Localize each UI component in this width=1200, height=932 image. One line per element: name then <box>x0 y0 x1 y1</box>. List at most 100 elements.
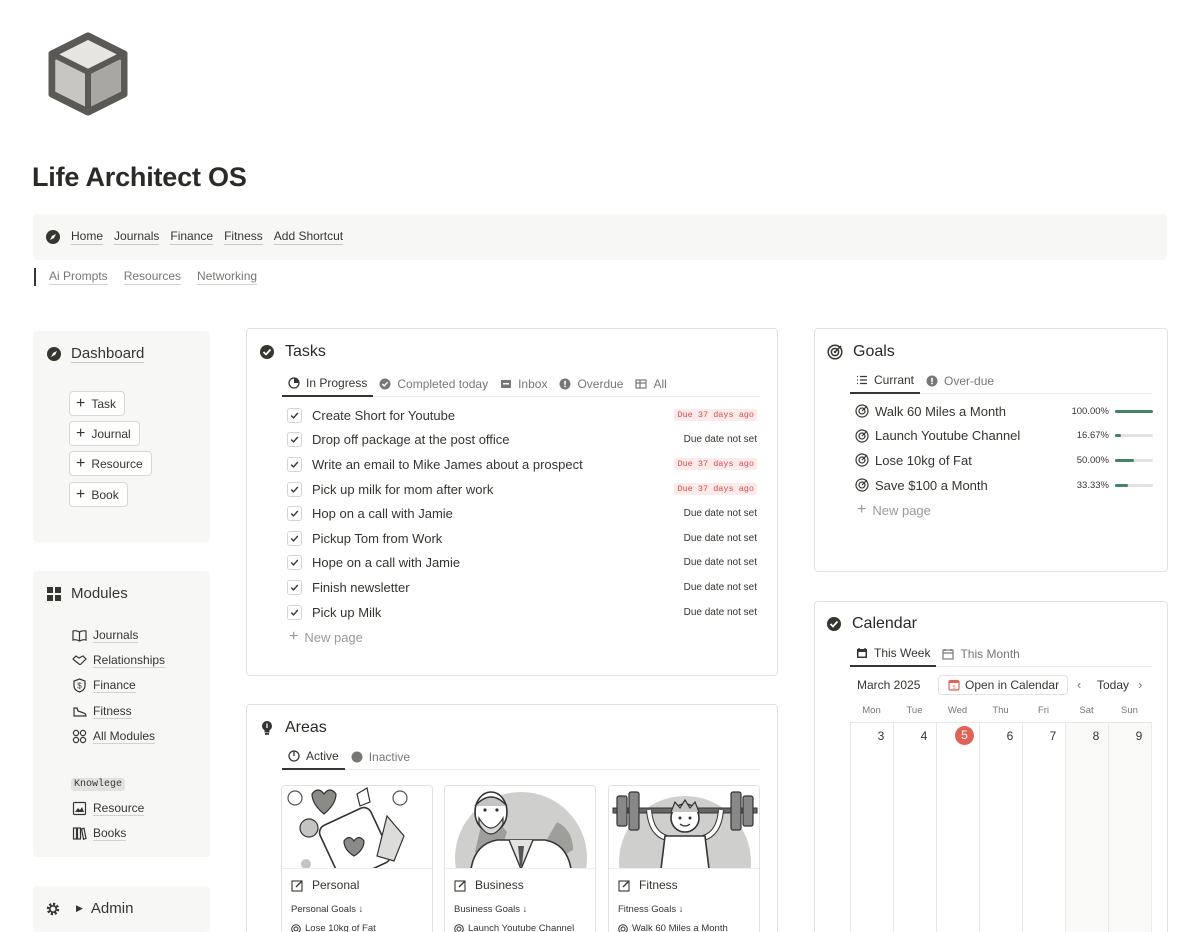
task-row[interactable]: Pick up milk for mom after work Due 37 da… <box>287 477 757 502</box>
goal-row[interactable]: Save $100 a Month 33.33% <box>855 473 1153 498</box>
area-card-personal[interactable]: Personal Personal Goals ↓ Lose 10kg of F… <box>281 785 433 932</box>
area-card-fitness[interactable]: Fitness Fitness Goals ↓ Walk 60 Miles a … <box>608 785 760 932</box>
task-checkbox[interactable] <box>287 432 302 448</box>
task-row[interactable]: Pick up Milk Due date not set <box>287 600 757 625</box>
target-icon <box>291 923 301 932</box>
goal-row[interactable]: Lose 10kg of Fat 50.00% <box>855 448 1153 473</box>
admin-title: Admin <box>90 900 134 917</box>
calendar-day-cell[interactable] <box>893 722 936 932</box>
task-checkbox[interactable] <box>287 456 302 472</box>
new-journal-button[interactable]: + Journal <box>69 421 140 446</box>
new-resource-button[interactable]: + Resource <box>69 451 152 476</box>
task-name[interactable]: Drop off package at the post office <box>312 432 684 447</box>
svg-text:5: 5 <box>952 685 955 691</box>
svg-text:$: $ <box>77 682 82 691</box>
tasks-title: Tasks <box>285 343 326 360</box>
area-goal-item[interactable]: Launch Youtube Channel <box>454 923 574 932</box>
open-in-calendar-button[interactable]: 5 Open in Calendar <box>938 675 1069 695</box>
tab-inactive[interactable]: Inactive <box>345 743 416 770</box>
admin-panel[interactable]: ▶ Admin <box>33 886 210 932</box>
admin-header[interactable]: ▶ Admin <box>45 900 133 917</box>
tab-completed-today[interactable]: Completed today <box>373 370 494 397</box>
task-checkbox[interactable] <box>287 506 302 522</box>
task-name[interactable]: Pickup Tom from Work <box>312 531 684 546</box>
nav-link-fitness[interactable]: Fitness <box>224 229 263 245</box>
tab-inbox[interactable]: Inbox <box>494 370 553 397</box>
module-journals[interactable]: Journals <box>72 628 139 643</box>
nav-link-journals[interactable]: Journals <box>114 229 160 245</box>
nav-link-networking[interactable]: Networking <box>197 269 258 285</box>
goal-name[interactable]: Save $100 a Month <box>875 478 1077 493</box>
module-finance[interactable]: $ Finance <box>72 678 136 693</box>
tab-over-due[interactable]: Over-due <box>920 367 1000 394</box>
dashboard-panel: Dashboard + Task + Journal + Resource + Book <box>33 331 210 542</box>
task-row[interactable]: Drop off package at the post office Due d… <box>287 428 757 453</box>
plus-icon: + <box>76 394 86 412</box>
task-row[interactable]: Hop on a call with Jamie Due date not set <box>287 501 757 526</box>
check-icon <box>290 584 299 591</box>
tab-overdue[interactable]: Overdue <box>553 370 629 397</box>
area-goal-item[interactable]: Lose 10kg of Fat <box>291 923 376 932</box>
task-row[interactable]: Finish newsletter Due date not set <box>287 575 757 600</box>
task-row[interactable]: Write an email to Mike James about a pro… <box>287 452 757 477</box>
tab-currant[interactable]: Currant <box>850 367 921 394</box>
chevron-left-icon[interactable]: ‹ <box>1077 677 1081 692</box>
calendar-day-cell[interactable] <box>850 722 893 932</box>
nav-link-add-shortcut[interactable]: Add Shortcut <box>273 229 344 245</box>
nav-link-ai-prompts[interactable]: Ai Prompts <box>49 269 108 285</box>
task-name[interactable]: Pick up milk for mom after work <box>312 482 674 497</box>
goal-name[interactable]: Launch Youtube Channel <box>875 428 1077 443</box>
timer-icon <box>288 749 300 762</box>
calendar-day-cell[interactable] <box>1108 722 1151 932</box>
task-due-date: Due date not set <box>683 581 757 593</box>
task-name[interactable]: Finish newsletter <box>312 580 684 595</box>
goal-row[interactable]: Launch Youtube Channel 16.67% <box>855 424 1153 449</box>
area-goals-label: Personal Goals ↓ <box>291 904 364 915</box>
nav-link-home[interactable]: Home <box>71 229 104 245</box>
task-checkbox[interactable] <box>287 579 302 595</box>
task-row[interactable]: Hope on a call with Jamie Due date not se… <box>287 551 757 576</box>
nav-link-finance[interactable]: Finance <box>170 229 214 245</box>
module-books[interactable]: Books <box>72 826 127 841</box>
area-goal-item[interactable]: Walk 60 Miles a Month <box>618 923 728 932</box>
task-checkbox[interactable] <box>287 407 302 423</box>
today-button[interactable]: Today <box>1097 678 1129 692</box>
goal-row[interactable]: Walk 60 Miles a Month 100.00% <box>855 399 1153 424</box>
area-card-business[interactable]: Business Business Goals ↓ Launch Youtube… <box>444 785 596 932</box>
module-all-modules[interactable]: All Modules <box>72 729 156 744</box>
nav-link-resources[interactable]: Resources <box>123 269 182 285</box>
task-checkbox[interactable] <box>287 604 302 620</box>
goals-new-page[interactable]: + New page <box>857 501 931 519</box>
task-name[interactable]: Create Short for Youtube <box>312 408 674 423</box>
tasks-new-page[interactable]: + New page <box>289 628 363 646</box>
chevron-right-icon[interactable]: › <box>1138 677 1142 692</box>
task-name[interactable]: Write an email to Mike James about a pro… <box>312 457 674 472</box>
task-row[interactable]: Pickup Tom from Work Due date not set <box>287 526 757 551</box>
task-row[interactable]: Create Short for Youtube Due 37 days ago <box>287 403 757 428</box>
goal-name[interactable]: Walk 60 Miles a Month <box>875 404 1071 419</box>
tab-this-week[interactable]: This Week <box>850 640 937 667</box>
goal-name[interactable]: Lose 10kg of Fat <box>875 453 1077 468</box>
new-book-button[interactable]: + Book <box>69 482 128 507</box>
module-relationships[interactable]: Relationships <box>72 653 166 668</box>
goals-title: Goals <box>853 343 895 360</box>
task-checkbox[interactable] <box>287 530 302 546</box>
task-name[interactable]: Pick up Milk <box>312 605 684 620</box>
module-resource[interactable]: Resource <box>72 801 145 816</box>
task-name[interactable]: Hop on a call with Jamie <box>312 506 684 521</box>
calendar-day-cell[interactable] <box>979 722 1022 932</box>
tab-active[interactable]: Active <box>282 743 345 770</box>
new-task-button[interactable]: + Task <box>69 391 126 416</box>
task-name[interactable]: Hope on a call with Jamie <box>312 555 684 570</box>
calendar-day-cell[interactable] <box>1022 722 1065 932</box>
calendar-day-cell[interactable] <box>936 722 979 932</box>
tab-this-month[interactable]: This Month <box>936 640 1025 667</box>
task-checkbox[interactable] <box>287 481 302 497</box>
task-checkbox[interactable] <box>287 555 302 571</box>
module-fitness[interactable]: Fitness <box>72 704 132 719</box>
alert-circle-icon <box>926 375 938 387</box>
tab-all[interactable]: All <box>629 370 672 397</box>
dashboard-title[interactable]: Dashboard <box>71 345 145 363</box>
tab-in-progress[interactable]: In Progress <box>282 370 374 397</box>
calendar-day-cell[interactable] <box>1065 722 1108 932</box>
